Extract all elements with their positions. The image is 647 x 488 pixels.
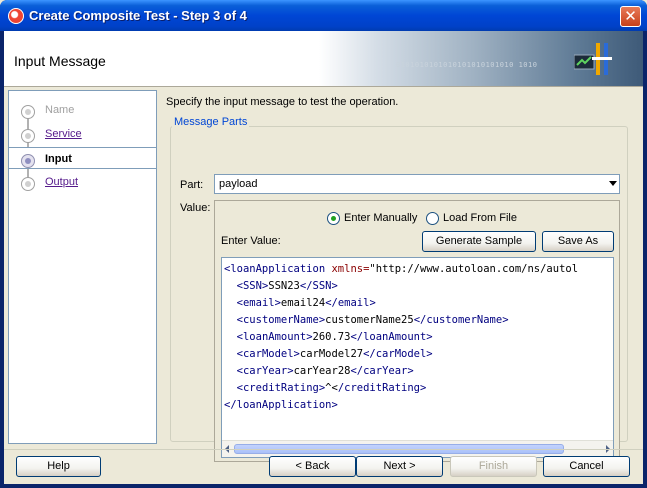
xml-line[interactable]: <carModel>carModel27</carModel>	[224, 346, 578, 363]
step-label[interactable]: Output	[45, 176, 78, 188]
xml-value: customerName25	[325, 314, 414, 326]
wizard-banner: Input Message 0101010101010101010101010 …	[4, 31, 643, 87]
wizard-footer: Help < Back Next > Finish Cancel	[4, 449, 643, 484]
enter-value-label: Enter Value:	[221, 235, 281, 247]
xml-close-tag: /creditRating>	[337, 382, 427, 394]
xml-line[interactable]: <customerName>customerName25</customerNa…	[224, 312, 578, 329]
xml-value: 260.73	[312, 331, 351, 343]
xml-open-tag: <carModel>	[236, 348, 300, 360]
dialog-client: Input Message 0101010101010101010101010 …	[4, 31, 643, 484]
xml-line[interactable]: <email>email24</email>	[224, 295, 578, 312]
xml-indent	[224, 280, 237, 292]
step-description: Specify the input message to test the op…	[166, 96, 399, 108]
xml-value: SSN23	[268, 280, 300, 292]
step-service[interactable]: Service	[9, 123, 156, 145]
xml-line[interactable]: <SSN>SSN23</SSN>	[224, 278, 578, 295]
xml-close-tag: </carModel>	[363, 348, 433, 360]
value-panel: Enter Manually Load From File Enter Valu…	[214, 200, 620, 462]
xml-value: carYear28	[293, 365, 351, 377]
back-button[interactable]: < Back	[269, 456, 356, 477]
value-label: Value:	[180, 202, 211, 214]
xml-editor[interactable]: <loanApplication xmlns="http://www.autol…	[221, 257, 614, 458]
part-label: Part:	[180, 179, 204, 191]
xml-attribute-value: "http://www.autoloan.com/ns/autol	[369, 263, 579, 275]
xml-line[interactable]: <creditRating>^</creditRating>	[224, 380, 578, 397]
window-title: Create Composite Test - Step 3 of 4	[29, 8, 247, 23]
step-node-icon	[21, 154, 35, 168]
xml-open-tag: <loanApplication	[224, 263, 326, 275]
xml-attribute: xmlns=	[325, 263, 370, 275]
title-bar[interactable]: Create Composite Test - Step 3 of 4 ✕	[0, 0, 647, 31]
xml-open-tag: <loanAmount>	[236, 331, 313, 343]
step-node-icon	[21, 177, 35, 191]
xml-open-tag: <carYear>	[236, 365, 294, 377]
next-button[interactable]: Next >	[356, 456, 443, 477]
wizard-steps-panel: Name Service Input Output	[8, 90, 157, 444]
chevron-down-icon[interactable]	[609, 181, 617, 186]
close-button[interactable]: ✕	[620, 6, 641, 27]
xml-value: email24	[280, 297, 326, 309]
radio-icon[interactable]	[426, 212, 439, 225]
xml-line[interactable]: <carYear>carYear28</carYear>	[224, 363, 578, 380]
wizard-logo-icon	[574, 43, 612, 75]
xml-open-tag: <email>	[236, 297, 281, 309]
xml-indent	[224, 365, 237, 377]
radio-icon[interactable]	[327, 212, 340, 225]
banner-binary-text: 0101010101010101010101010 1010	[396, 61, 538, 69]
xml-open-tag: <SSN>	[236, 280, 269, 292]
xml-indent	[224, 314, 237, 326]
xml-close-tag: </carYear>	[350, 365, 414, 377]
xml-close-tag: </loanAmount>	[350, 331, 433, 343]
radio-label[interactable]: Load From File	[443, 212, 517, 224]
xml-open-tag: <creditRating>	[236, 382, 326, 394]
xml-indent	[224, 297, 237, 309]
step-label: Input	[45, 153, 72, 165]
xml-indent	[224, 331, 237, 343]
xml-indent	[224, 382, 237, 394]
xml-content[interactable]: <loanApplication xmlns="http://www.autol…	[224, 261, 578, 414]
save-as-button[interactable]: Save As	[542, 231, 614, 252]
part-select-value: payload	[219, 178, 258, 190]
finish-button: Finish	[450, 456, 537, 477]
group-title: Message Parts	[172, 116, 250, 128]
step-label[interactable]: Service	[45, 128, 82, 140]
step-node-icon	[21, 105, 35, 119]
xml-indent	[224, 348, 237, 360]
help-button[interactable]: Help	[16, 456, 101, 477]
step-title: Input Message	[14, 53, 106, 69]
radio-label[interactable]: Enter Manually	[344, 212, 417, 224]
xml-value: ^<	[325, 382, 338, 394]
xml-line[interactable]: <loanApplication xmlns="http://www.autol…	[224, 261, 578, 278]
generate-sample-button[interactable]: Generate Sample	[422, 231, 536, 252]
xml-line[interactable]: </loanApplication>	[224, 397, 578, 414]
xml-close-tag: </email>	[325, 297, 376, 309]
xml-open-tag: <customerName>	[236, 314, 326, 326]
xml-line[interactable]: <loanAmount>260.73</loanAmount>	[224, 329, 578, 346]
xml-close-tag: </SSN>	[299, 280, 338, 292]
step-input[interactable]: Input	[9, 147, 156, 169]
part-select[interactable]: payload	[214, 174, 620, 194]
step-node-icon	[21, 129, 35, 143]
app-icon	[8, 8, 24, 24]
main-panel: Specify the input message to test the op…	[162, 90, 643, 462]
xml-close-tag: </customerName>	[413, 314, 509, 326]
step-name: Name	[9, 99, 156, 121]
xml-value: carModel27	[299, 348, 364, 360]
cancel-button[interactable]: Cancel	[543, 456, 630, 477]
xml-open-tag: </loanApplication>	[224, 399, 338, 411]
step-label: Name	[45, 104, 75, 116]
step-output[interactable]: Output	[9, 171, 156, 193]
